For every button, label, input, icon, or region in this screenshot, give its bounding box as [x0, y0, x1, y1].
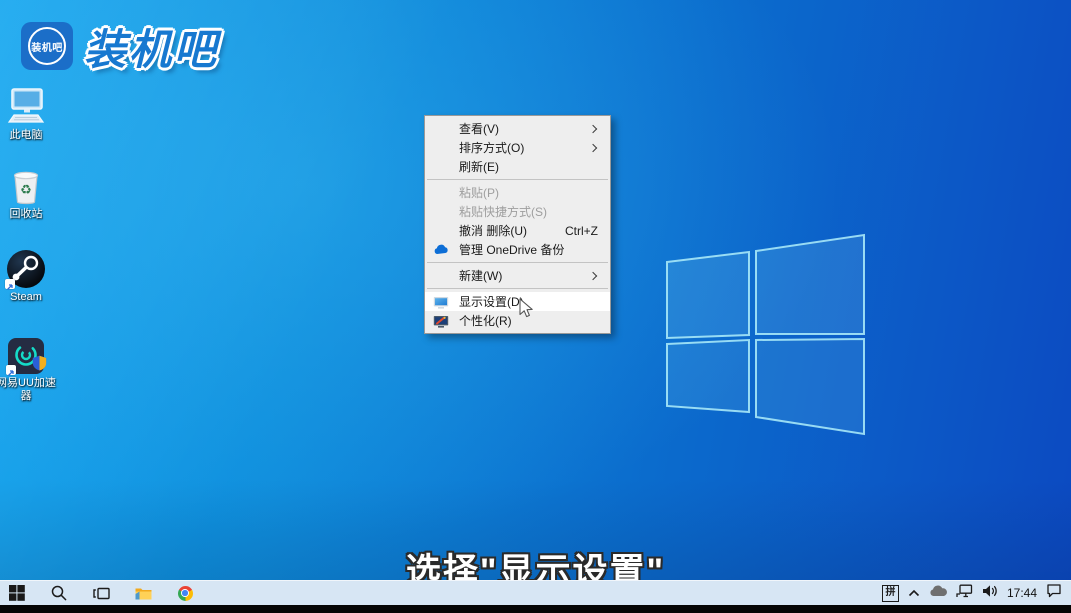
zhuangjiba-badge-text: 装机吧 — [31, 39, 63, 54]
submenu-arrow-icon — [589, 143, 597, 151]
taskbar-clock[interactable]: 17:44 — [1007, 586, 1037, 600]
recycle-bin-icon: ♻ — [10, 167, 42, 205]
menu-item-refresh[interactable]: 刷新(E) — [425, 157, 610, 176]
menu-item-label: 排序方式(O) — [459, 139, 524, 156]
submenu-arrow-icon — [589, 271, 597, 279]
menu-item-label: 粘贴快捷方式(S) — [459, 203, 547, 220]
chrome-icon — [178, 586, 193, 601]
menu-item-label: 新建(W) — [459, 267, 502, 284]
desktop-icon-steam[interactable]: Steam — [0, 248, 52, 304]
menu-item-label: 撤消 删除(U) — [459, 222, 527, 239]
zhuangjiba-wordmark: 装机吧 — [84, 16, 219, 77]
windows-wallpaper-logo — [660, 228, 870, 440]
display-settings-icon — [433, 294, 449, 310]
chrome-button[interactable] — [170, 581, 200, 606]
volume-icon[interactable] — [982, 584, 998, 603]
shortcut-arrow-icon — [6, 365, 16, 375]
search-icon — [51, 585, 67, 601]
menu-item-label: 管理 OneDrive 备份 — [459, 241, 564, 258]
system-tray: 拼 17:44 — [882, 583, 1071, 603]
task-view-icon — [93, 586, 110, 601]
desktop: 装机吧 装机吧 此电脑 ♻ 回收站 — [0, 0, 1071, 613]
onedrive-tray-icon[interactable] — [929, 584, 947, 602]
menu-item-paste-shortcut: 粘贴快捷方式(S) — [425, 202, 610, 221]
menu-item-manage-onedrive-backup[interactable]: 管理 OneDrive 备份 — [425, 240, 610, 259]
taskbar-left — [0, 581, 200, 606]
menu-item-label: 个性化(R) — [459, 312, 512, 329]
desktop-icon-uu-accelerator[interactable]: 网易UU加速器 — [0, 334, 52, 403]
svg-text:♻: ♻ — [20, 182, 32, 197]
personalization-icon — [433, 313, 449, 329]
menu-item-shortcut: Ctrl+Z — [565, 224, 598, 238]
video-letterbox-bar — [0, 605, 1071, 613]
shortcut-arrow-icon — [5, 279, 15, 289]
file-explorer-icon — [135, 586, 152, 600]
menu-separator — [427, 262, 608, 263]
desktop-context-menu: 查看(V) 排序方式(O) 刷新(E) 粘贴(P) 粘贴快捷方式(S) 撤消 删… — [424, 115, 611, 334]
hidden-icons-chevron[interactable] — [908, 584, 920, 602]
menu-item-label: 查看(V) — [459, 120, 499, 137]
menu-item-new[interactable]: 新建(W) — [425, 266, 610, 285]
network-icon[interactable] — [956, 584, 973, 603]
search-button[interactable] — [44, 581, 74, 606]
steam-icon — [7, 250, 45, 288]
desktop-icon-recycle-bin[interactable]: ♻ 回收站 — [0, 165, 52, 221]
onedrive-icon — [433, 242, 449, 258]
desktop-icon-label: Steam — [0, 291, 60, 304]
ime-indicator[interactable]: 拼 — [882, 585, 899, 602]
task-view-button[interactable] — [86, 581, 116, 606]
submenu-arrow-icon — [589, 124, 597, 132]
start-button[interactable] — [2, 581, 32, 606]
desktop-icon-label: 回收站 — [0, 208, 60, 221]
this-pc-icon — [6, 88, 46, 126]
menu-item-view[interactable]: 查看(V) — [425, 119, 610, 138]
desktop-icon-label: 网易UU加速器 — [0, 377, 60, 403]
menu-separator — [427, 179, 608, 180]
menu-item-label: 粘贴(P) — [459, 184, 499, 201]
file-explorer-button[interactable] — [128, 581, 158, 606]
uu-accelerator-icon — [8, 338, 44, 374]
taskbar: 拼 17:44 — [0, 580, 1071, 605]
menu-item-undo-delete[interactable]: 撤消 删除(U) Ctrl+Z — [425, 221, 610, 240]
desktop-icon-label: 此电脑 — [0, 129, 60, 142]
menu-item-display-settings[interactable]: 显示设置(D) — [425, 292, 610, 311]
mouse-cursor — [519, 298, 535, 320]
menu-item-label: 显示设置(D) — [459, 293, 524, 310]
action-center-icon[interactable] — [1046, 583, 1062, 603]
menu-item-paste: 粘贴(P) — [425, 183, 610, 202]
zhuangjiba-logo-badge: 装机吧 — [21, 22, 73, 70]
menu-item-label: 刷新(E) — [459, 158, 499, 175]
windows-start-icon — [9, 585, 25, 601]
zhuangjiba-logo-circle: 装机吧 — [28, 27, 66, 65]
menu-item-sort-by[interactable]: 排序方式(O) — [425, 138, 610, 157]
menu-item-personalize[interactable]: 个性化(R) — [425, 311, 610, 330]
shield-badge-icon — [32, 355, 47, 376]
desktop-icon-this-pc[interactable]: 此电脑 — [0, 86, 52, 142]
menu-separator — [427, 288, 608, 289]
